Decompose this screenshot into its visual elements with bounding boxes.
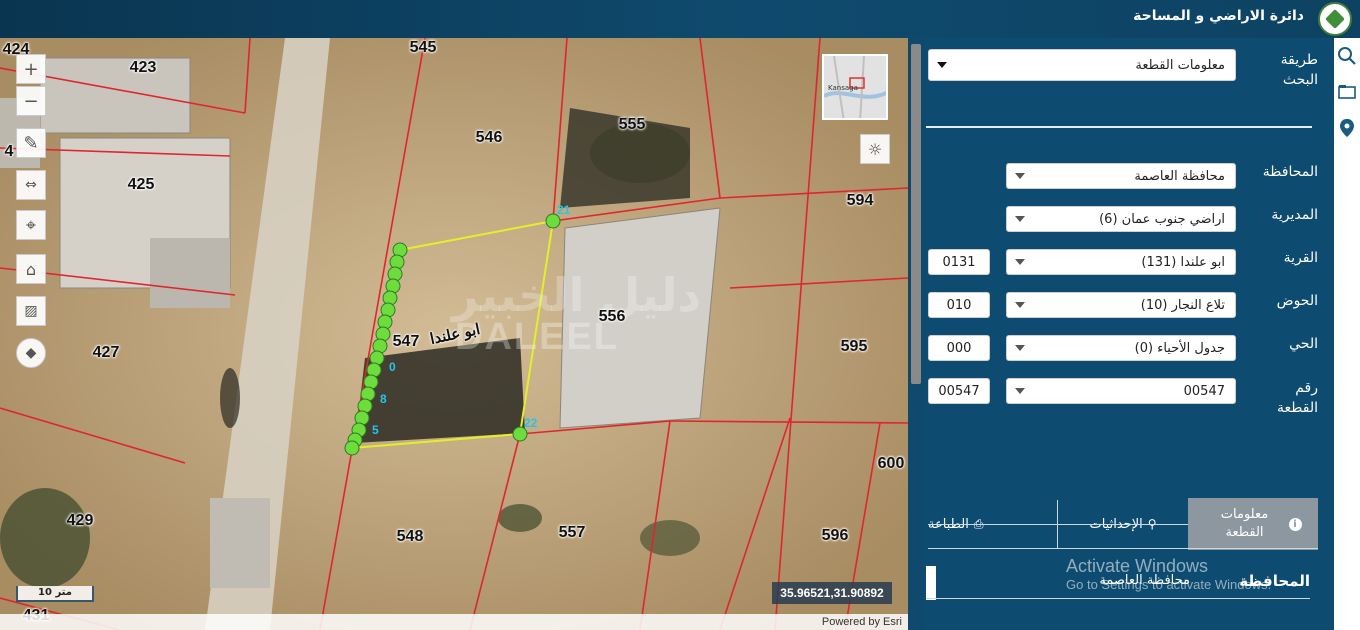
neighborhood-select[interactable]: جدول الأحياء (0) [1006, 335, 1236, 361]
scrollbar-thumb[interactable] [911, 44, 921, 384]
directorate-value: اراضي جنوب عمان (6) [1099, 211, 1225, 227]
watermark-arabic: دليل الخبير [452, 268, 702, 322]
parcel-label: 557 [558, 524, 586, 541]
tab-underline [928, 524, 1188, 525]
parcel-label-selected: 547 [392, 333, 420, 350]
activate-windows-title: Activate Windows [1066, 556, 1209, 576]
vertex-label: 22 [524, 416, 538, 430]
basin-code-input[interactable]: 010 [928, 292, 990, 318]
home-icon[interactable]: ⌂ [16, 254, 46, 284]
field-label-basin: الحوض [1276, 293, 1318, 309]
village-select[interactable]: ابو علندا (131) [1006, 249, 1236, 275]
field-label-neighborhood: الحي [1289, 336, 1318, 352]
parcel-label: 594 [846, 192, 874, 209]
parcel-label: 555 [618, 116, 646, 133]
chevron-down-icon [1015, 216, 1025, 222]
village-code-input[interactable]: 0131 [928, 249, 990, 275]
chevron-down-icon [1015, 345, 1025, 351]
field-label-village: القرية [1283, 250, 1318, 266]
parcel-label: 427 [92, 344, 120, 361]
panel-scrollbar[interactable] [908, 38, 924, 630]
result-scroll-marker [926, 566, 936, 600]
top-header: دائرة الاراضي و المساحة [0, 0, 1360, 38]
parcel-label: 4 [4, 143, 14, 160]
field-label-governorate: المحافظة [1262, 164, 1318, 180]
basin-select[interactable]: تلاع النجار (10) [1006, 292, 1236, 318]
location-pin-icon[interactable] [1334, 112, 1360, 144]
neighborhood-code-input[interactable]: 000 [928, 335, 990, 361]
app-root: دائرة الاراضي و المساحة دليل الخبير DALE… [0, 0, 1360, 630]
parcel-label: 425 [127, 176, 155, 193]
compass-icon[interactable]: ◆ [16, 338, 46, 368]
search-method-label: طريقة البحث [1280, 52, 1318, 88]
chevron-down-icon [1015, 388, 1025, 394]
parcel-label: 545 [409, 39, 437, 56]
sun-icon[interactable]: ☼ [860, 134, 890, 164]
parcel-label: 596 [821, 527, 849, 544]
governorate-select[interactable]: محافظة العاصمة [1006, 163, 1236, 189]
parcel-number-code-input[interactable]: 00547 [928, 378, 990, 404]
search-method-select[interactable]: معلومات القطعة [928, 49, 1236, 81]
result-underline [926, 598, 1310, 599]
vertex-label: 21 [557, 203, 571, 217]
chevron-down-icon [1015, 302, 1025, 308]
edge-label: 8 [380, 392, 387, 406]
coordinates-readout: 35.96521,31.90892 [772, 582, 892, 604]
parcel-number-value: 00547 [1183, 383, 1225, 399]
map-view[interactable]: دليل الخبير DALEEL 424 423 545 546 555 4… [0, 38, 908, 630]
governorate-value: محافظة العاصمة [1134, 168, 1225, 184]
basin-value: تلاع النجار (10) [1140, 297, 1225, 313]
pencil-icon[interactable]: ✎ [16, 128, 46, 158]
neighborhood-value: جدول الأحياء (0) [1134, 340, 1225, 356]
parcel-label: 546 [475, 129, 503, 146]
overview-map[interactable]: Kansaga [822, 54, 888, 120]
edge-label: 0 [389, 360, 396, 374]
tab-parcel-info-label: معلومات القطعة [1220, 507, 1269, 540]
parcel-label: 556 [598, 308, 626, 325]
chevron-down-icon [937, 62, 947, 68]
parcel-label: 423 [129, 59, 157, 76]
village-value: ابو علندا (131) [1141, 254, 1225, 270]
field-label-directorate: المديرية [1271, 207, 1318, 223]
zoom-out-icon[interactable]: − [16, 86, 46, 116]
crosshair-icon[interactable]: ⌖ [16, 210, 46, 240]
powered-by-attribution: Powered by Esri [0, 614, 908, 630]
zoom-in-icon[interactable]: + [16, 54, 46, 84]
parcel-number-select[interactable]: 00547 [1006, 378, 1236, 404]
section-divider [926, 126, 1312, 128]
scale-bar: 10 متر [16, 586, 94, 602]
field-label-parcel-number: رقم القطعة [1277, 380, 1318, 416]
tab-parcel-info[interactable]: i معلومات القطعة [1188, 498, 1318, 550]
search-panel: طريقة البحث معلومات القطعة المحافظة محاف… [924, 38, 1334, 630]
tabs-bottom-line [928, 548, 1318, 549]
activate-windows-watermark: Activate Windows Go to Settings to activ… [1066, 556, 1271, 592]
chevron-down-icon [1015, 173, 1025, 179]
parcel-label: 429 [66, 512, 94, 529]
right-icon-strip [1334, 38, 1360, 630]
jordan-dls-logo-icon[interactable] [1318, 2, 1352, 36]
folder-icon[interactable] [1334, 76, 1360, 108]
overview-place-label: Kansaga [828, 84, 858, 92]
info-icon: i [1288, 517, 1302, 531]
activate-windows-subtitle: Go to Settings to activate Windows. [1066, 577, 1272, 592]
parcel-label: 548 [396, 528, 424, 545]
parcel-label: 595 [840, 338, 868, 355]
directorate-select[interactable]: اراضي جنوب عمان (6) [1006, 206, 1236, 232]
measure-icon[interactable]: ⇔ [16, 170, 46, 200]
layers-icon[interactable]: ▨ [16, 296, 46, 326]
parcel-label: 600 [877, 455, 905, 472]
search-icon[interactable] [1334, 40, 1360, 72]
edge-label: 5 [372, 423, 379, 437]
chevron-down-icon [1015, 259, 1025, 265]
search-method-value: معلومات القطعة [1135, 57, 1225, 73]
app-title: دائرة الاراضي و المساحة [1133, 8, 1304, 24]
